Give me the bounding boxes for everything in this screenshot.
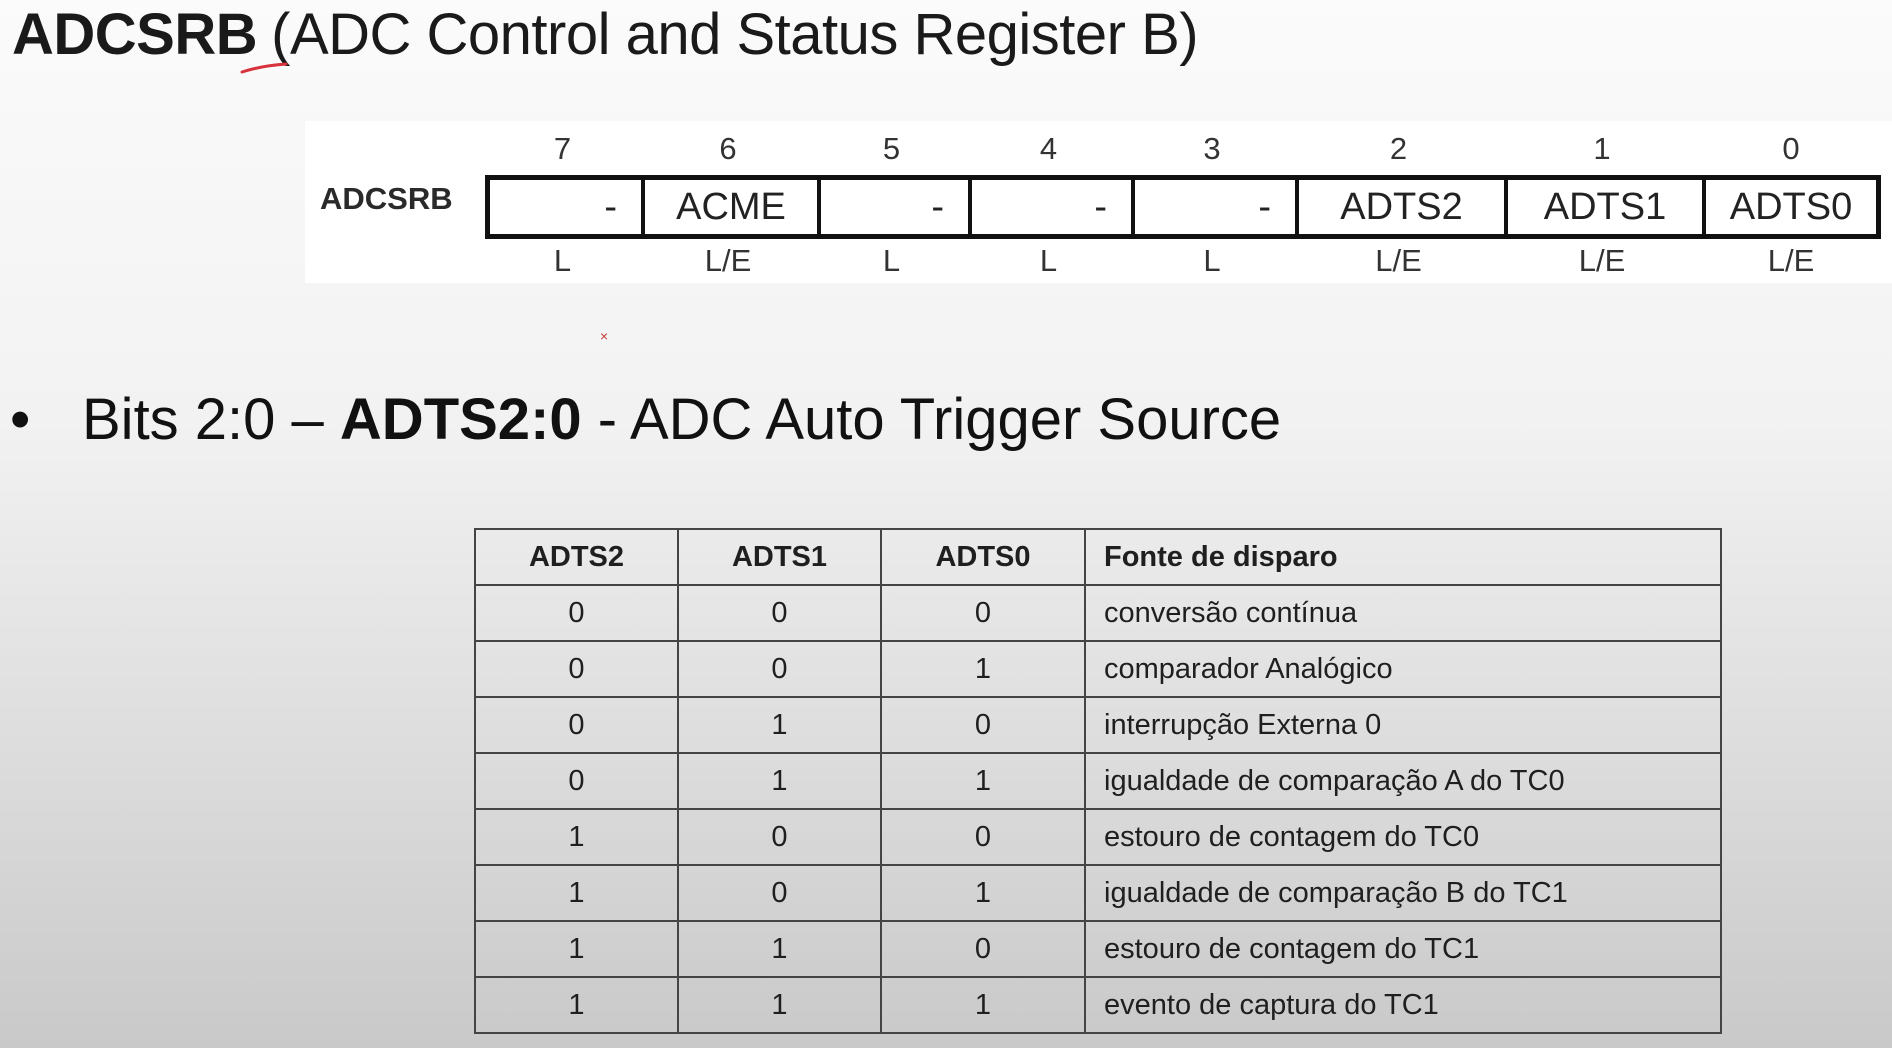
bit-access: L (1203, 243, 1221, 278)
column-header: Fonte de disparo (1084, 528, 1722, 586)
table-cell: 1 (880, 752, 1086, 810)
trigger-source-table: ADTS2 ADTS1 ADTS0 Fonte de disparo 0 0 0… (474, 528, 1722, 1034)
table-header-row: ADTS2 ADTS1 ADTS0 Fonte de disparo (474, 528, 1722, 586)
bit-field: - (821, 180, 972, 234)
table-cell: 0 (880, 584, 1086, 642)
table-row: 1 1 0 estouro de contagem do TC1 (474, 920, 1722, 978)
heading-description: - ADC Auto Trigger Source (581, 387, 1282, 452)
table-cell: estouro de contagem do TC1 (1084, 920, 1722, 978)
table-cell: 0 (677, 864, 882, 922)
bit-field: - (972, 180, 1135, 234)
bit-access: L (1039, 243, 1058, 278)
table-row: 1 0 0 estouro de contagem do TC0 (474, 808, 1722, 866)
title-register-name: ADCSRB (12, 2, 258, 67)
register-label: ADCSRB (320, 181, 453, 216)
table-cell: 0 (677, 808, 882, 866)
table-cell: 0 (880, 808, 1086, 866)
table-cell: 0 (474, 584, 679, 642)
column-header: ADTS0 (880, 528, 1086, 586)
cursor-mark: × (600, 328, 609, 344)
bit-number-row: 7 6 5 4 3 2 1 0 (485, 129, 1881, 169)
bit-access: L/E (1375, 243, 1422, 278)
table-cell: 1 (474, 976, 679, 1034)
table-row: 0 0 1 comparador Analógico (474, 640, 1722, 698)
table-cell: 1 (677, 920, 882, 978)
bit-number: 0 (1782, 131, 1800, 166)
table-cell: 0 (474, 640, 679, 698)
bit-access: L (882, 243, 901, 278)
register-bit-fields: - ACME - - - ADTS2 ADTS1 ADTS0 (485, 175, 1881, 239)
bit-access: L/E (704, 243, 752, 278)
table-cell: 1 (677, 752, 882, 810)
bit-number: 7 (553, 131, 572, 166)
table-cell: 1 (880, 640, 1086, 698)
table-cell: 1 (474, 808, 679, 866)
table-cell: 0 (677, 584, 882, 642)
table-row: 1 0 1 igualdade de comparação B do TC1 (474, 864, 1722, 922)
table-cell: 1 (474, 920, 679, 978)
table-cell: igualdade de comparação A do TC0 (1084, 752, 1722, 810)
column-header: ADTS1 (677, 528, 882, 586)
bit-field: - (1135, 180, 1299, 234)
bit-field: ADTS1 (1508, 180, 1706, 234)
table-row: 1 1 1 evento de captura do TC1 (474, 976, 1722, 1034)
table-cell: 1 (677, 696, 882, 754)
register-diagram: ADCSRB 7 6 5 4 3 2 1 0 - ACME - - - ADTS… (305, 121, 1892, 283)
bit-number: 5 (882, 131, 901, 166)
bit-number: 6 (719, 131, 737, 166)
table-row: 0 0 0 conversão contínua (474, 584, 1722, 642)
table-cell: 1 (474, 864, 679, 922)
table-cell: comparador Analógico (1084, 640, 1722, 698)
bit-field: ACME (645, 180, 821, 234)
table-cell: interrupção Externa 0 (1084, 696, 1722, 754)
red-underline-mark (240, 62, 288, 74)
bit-access: L (553, 243, 572, 278)
table-cell: 1 (677, 976, 882, 1034)
bullet-dot: • (10, 387, 31, 452)
bit-number: 4 (1039, 131, 1058, 166)
bit-number: 1 (1593, 131, 1611, 166)
column-header: ADTS2 (474, 528, 679, 586)
heading-prefix: Bits 2:0 – (82, 387, 340, 452)
title-register-description: (ADC Control and Status Register B) (271, 2, 1199, 67)
table-cell: 0 (474, 752, 679, 810)
table-cell: 0 (880, 696, 1086, 754)
table-cell: conversão contínua (1084, 584, 1722, 642)
table-cell: 0 (677, 640, 882, 698)
heading-bits-name: ADTS2:0 (339, 387, 582, 452)
page-title: ADCSRB (ADC Control and Status Register B… (12, 0, 1199, 70)
bit-access: L/E (1578, 243, 1626, 278)
bit-access: L/E (1767, 243, 1815, 278)
table-row: 0 1 0 interrupção Externa 0 (474, 696, 1722, 754)
table-cell: 0 (880, 920, 1086, 978)
bit-number: 2 (1389, 131, 1408, 166)
bit-field: ADTS0 (1729, 185, 1853, 228)
bit-field: ADTS2 (1299, 180, 1508, 234)
section-heading: • Bits 2:0 – ADTS2:0 - ADC Auto Trigger S… (10, 380, 1281, 460)
bit-field: - (490, 180, 645, 234)
table-row: 0 1 1 igualdade de comparação A do TC0 (474, 752, 1722, 810)
table-cell: evento de captura do TC1 (1084, 976, 1722, 1034)
bit-number: 3 (1203, 131, 1221, 166)
table-cell: igualdade de comparação B do TC1 (1084, 864, 1722, 922)
table-cell: 1 (880, 976, 1086, 1034)
table-cell: 0 (474, 696, 679, 754)
table-cell: 1 (880, 864, 1086, 922)
bit-access-row: L L/E L L L L/E L/E L/E (485, 241, 1881, 281)
table-cell: estouro de contagem do TC0 (1084, 808, 1722, 866)
